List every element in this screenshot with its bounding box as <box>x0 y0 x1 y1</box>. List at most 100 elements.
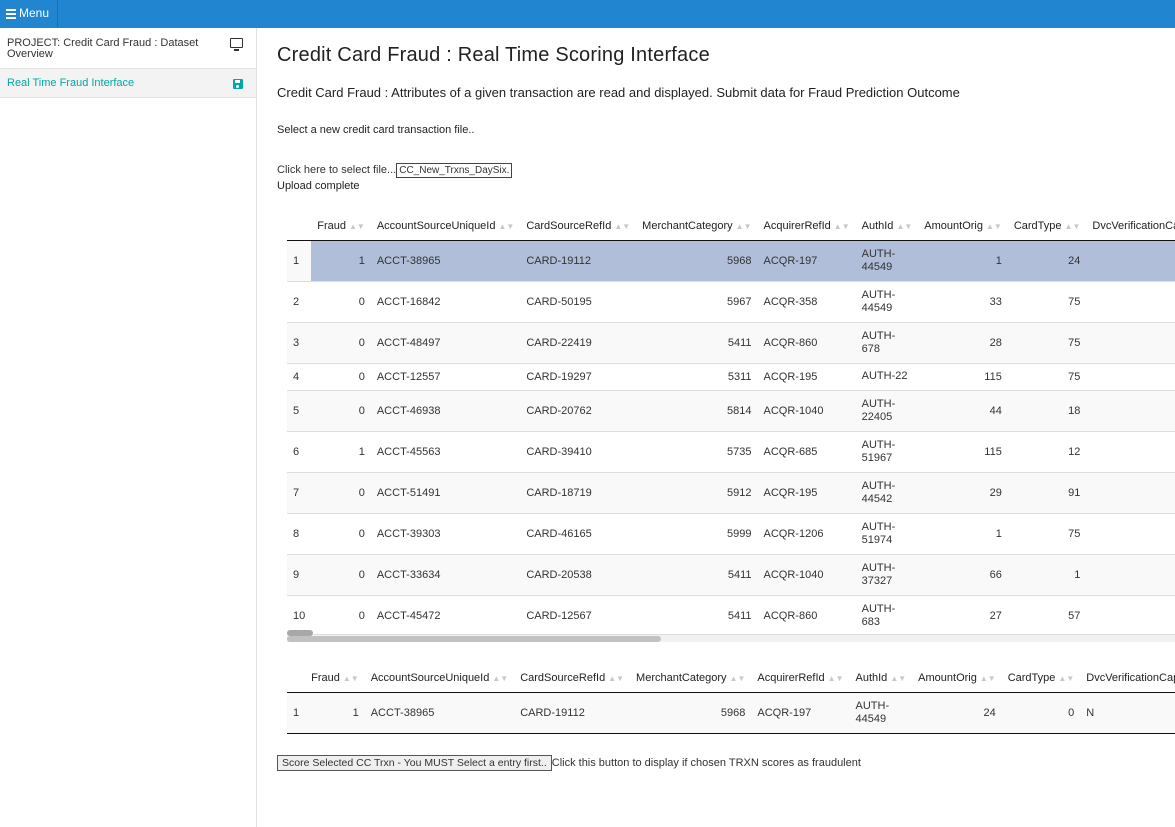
table-row[interactable]: 1 1 ACCT-38965 CARD-19112 5968 ACQR-197 AUTH-4… <box>287 691 1175 733</box>
sort-arrows-icon[interactable]: ▲▼ <box>498 222 514 231</box>
table-row[interactable]: 2 0 ACCT-16842 CARD-50195 5967 ACQR-358 AUTH-4… <box>287 280 1175 322</box>
column-header-label: CardType <box>1013 220 1062 233</box>
sidebar-item-real-time-fraud[interactable]: Real Time Fraud Interface <box>0 69 256 98</box>
row-index-cell: 8 <box>287 512 312 554</box>
sort-arrows-icon[interactable]: ▲▼ <box>730 674 746 683</box>
table-cell: 29 <box>918 471 1008 513</box>
table-cell: ACCT-33634 <box>370 553 521 595</box>
table-cell: 0 <box>311 553 371 595</box>
table-cell: 5411 <box>636 321 758 363</box>
column-header-label: MerchantCategory <box>636 672 727 685</box>
table-row[interactable]: 4 0 ACCT-12557 CARD-19297 5311 ACQR-195 AUTH-2… <box>287 362 1175 390</box>
table-cell: 1 <box>918 239 1008 281</box>
sort-arrows-icon[interactable]: ▲▼ <box>986 222 1002 231</box>
column-header[interactable]: AuthId ▲▼ <box>855 213 919 241</box>
column-header[interactable]: Fraud ▲▼ <box>305 665 365 693</box>
table-row[interactable]: 6 1 ACCT-45563 CARD-39410 5735 ACQR-685 AUTH-5… <box>287 430 1175 472</box>
column-header[interactable]: AcquirerRefId ▲▼ <box>757 213 856 241</box>
file-select-button[interactable]: CC_New_Trxns_DaySix. <box>396 163 513 178</box>
table-row[interactable]: 1 1 ACCT-38965 CARD-19112 5968 ACQR-197 AUTH-4… <box>287 239 1175 281</box>
sort-arrows-icon[interactable]: ▲▼ <box>614 222 630 231</box>
page-subtitle: Credit Card Fraud : Attributes of a give… <box>277 85 960 100</box>
table-cell: ACCT-38965 <box>370 239 521 281</box>
sort-arrows-icon[interactable]: ▲▼ <box>343 674 359 683</box>
score-hint: Click this button to display if chosen T… <box>551 757 861 769</box>
column-header[interactable]: AcquirerRefId ▲▼ <box>751 665 850 693</box>
column-header-label: MerchantCategory <box>642 220 733 233</box>
column-header[interactable]: AuthId ▲▼ <box>849 665 913 693</box>
save-icon <box>233 79 243 89</box>
table-cell: ACCT-45472 <box>370 594 521 636</box>
table-cell: 75 <box>1007 512 1087 554</box>
table-cell: 1 <box>1086 362 1175 390</box>
sort-arrows-icon[interactable]: ▲▼ <box>980 674 996 683</box>
column-header[interactable]: AmountOrig ▲▼ <box>918 213 1008 241</box>
row-index-cell: 6 <box>287 430 312 472</box>
column-header[interactable]: CardSourceRefId ▲▼ <box>514 665 631 693</box>
table-cell: AUTH-44542 <box>855 471 919 513</box>
score-transaction-button[interactable]: Score Selected CC Trxn - You MUST Select… <box>277 755 552 771</box>
scrollbar-thumb[interactable] <box>287 636 661 642</box>
sort-arrows-icon[interactable]: ▲▼ <box>834 222 850 231</box>
table-cell: 28 <box>918 321 1008 363</box>
scrollbar-handle[interactable] <box>287 630 313 636</box>
sort-arrows-icon[interactable]: ▲▼ <box>1065 222 1081 231</box>
column-header[interactable]: MerchantCategory ▲▼ <box>630 665 752 693</box>
table-row[interactable]: 8 0 ACCT-39303 CARD-46165 5999 ACQR-1206 AUTH-… <box>287 512 1175 554</box>
column-header[interactable]: AccountSourceUniqueId ▲▼ <box>364 665 515 693</box>
table-cell: 2 <box>1086 512 1175 554</box>
column-header[interactable]: AccountSourceUniqueId ▲▼ <box>370 213 521 241</box>
table-cell: CARD-12567 <box>520 594 637 636</box>
sort-arrows-icon[interactable]: ▲▼ <box>608 674 624 683</box>
table-cell: ACQR-685 <box>757 430 856 472</box>
sort-arrows-icon[interactable]: ▲▼ <box>896 222 912 231</box>
table-row[interactable]: 3 0 ACCT-48497 CARD-22419 5411 ACQR-860 AUTH-6… <box>287 321 1175 363</box>
table-cell: AUTH-44549 <box>855 239 919 281</box>
table-cell: 0 <box>311 471 371 513</box>
menu-button[interactable]: Menu <box>0 0 58 27</box>
table-cell: 1 <box>311 239 371 281</box>
table-horizontal-scrollbar[interactable] <box>287 634 1175 642</box>
table-cell: 5967 <box>636 280 758 322</box>
column-header[interactable]: AmountOrig ▲▼ <box>912 665 1002 693</box>
table-row[interactable]: 5 0 ACCT-46938 CARD-20762 5814 ACQR-1040 AUTH-… <box>287 389 1175 431</box>
table-cell: CARD-20538 <box>520 553 637 595</box>
sort-arrows-icon[interactable]: ▲▼ <box>492 674 508 683</box>
table-row[interactable]: 7 0 ACCT-51491 CARD-18719 5912 ACQR-195 AUTH-4… <box>287 471 1175 513</box>
column-header[interactable]: CardType ▲▼ <box>1007 213 1087 241</box>
column-header[interactable]: CardType ▲▼ <box>1001 665 1081 693</box>
table-cell: 91 <box>1007 471 1087 513</box>
column-header-label: Fraud <box>317 220 346 233</box>
column-header[interactable]: DvcVerificationCap▲▼ <box>1080 665 1175 693</box>
table-cell: 44 <box>918 389 1008 431</box>
select-prompt: Select a new credit card transaction fil… <box>277 124 475 136</box>
row-index-header <box>287 213 312 241</box>
sort-arrows-icon[interactable]: ▲▼ <box>890 674 906 683</box>
row-index-cell: 7 <box>287 471 312 513</box>
table-row[interactable]: 9 0 ACCT-33634 CARD-20538 5411 ACQR-1040 AUTH-… <box>287 553 1175 595</box>
column-header[interactable]: MerchantCategory ▲▼ <box>636 213 758 241</box>
sort-arrows-icon[interactable]: ▲▼ <box>736 222 752 231</box>
table-cell: 5735 <box>636 430 758 472</box>
column-header[interactable]: DvcVerificationCap▲▼ <box>1086 213 1175 241</box>
column-header-label: AuthId <box>855 672 888 685</box>
table-cell: 75 <box>1007 362 1087 390</box>
column-header[interactable]: Fraud ▲▼ <box>311 213 371 241</box>
table-cell: ACQR-358 <box>757 280 856 322</box>
table-cell: AUTH-51967 <box>855 430 919 472</box>
table-cell: 115 <box>918 362 1008 390</box>
sort-arrows-icon[interactable]: ▲▼ <box>1058 674 1074 683</box>
table-cell: ACQR-1206 <box>757 512 856 554</box>
table-cell: CARD-20762 <box>520 389 637 431</box>
table-cell: 1 <box>1086 594 1175 636</box>
sort-arrows-icon[interactable]: ▲▼ <box>828 674 844 683</box>
table-cell: AUTH-22405 <box>855 389 919 431</box>
table-cell: 1 <box>1007 553 1087 595</box>
table-row[interactable]: 10 0 ACCT-45472 CARD-12567 5411 ACQR-860 AUTH-… <box>287 594 1175 636</box>
sidebar-item-dataset-overview[interactable]: PROJECT: Credit Card Fraud : Dataset Ove… <box>0 28 256 69</box>
column-header[interactable]: CardSourceRefId ▲▼ <box>520 213 637 241</box>
column-header-label: AccountSourceUniqueId <box>376 220 496 233</box>
sort-arrows-icon[interactable]: ▲▼ <box>349 222 365 231</box>
table-cell: 5411 <box>636 553 758 595</box>
table-cell: 5411 <box>636 594 758 636</box>
